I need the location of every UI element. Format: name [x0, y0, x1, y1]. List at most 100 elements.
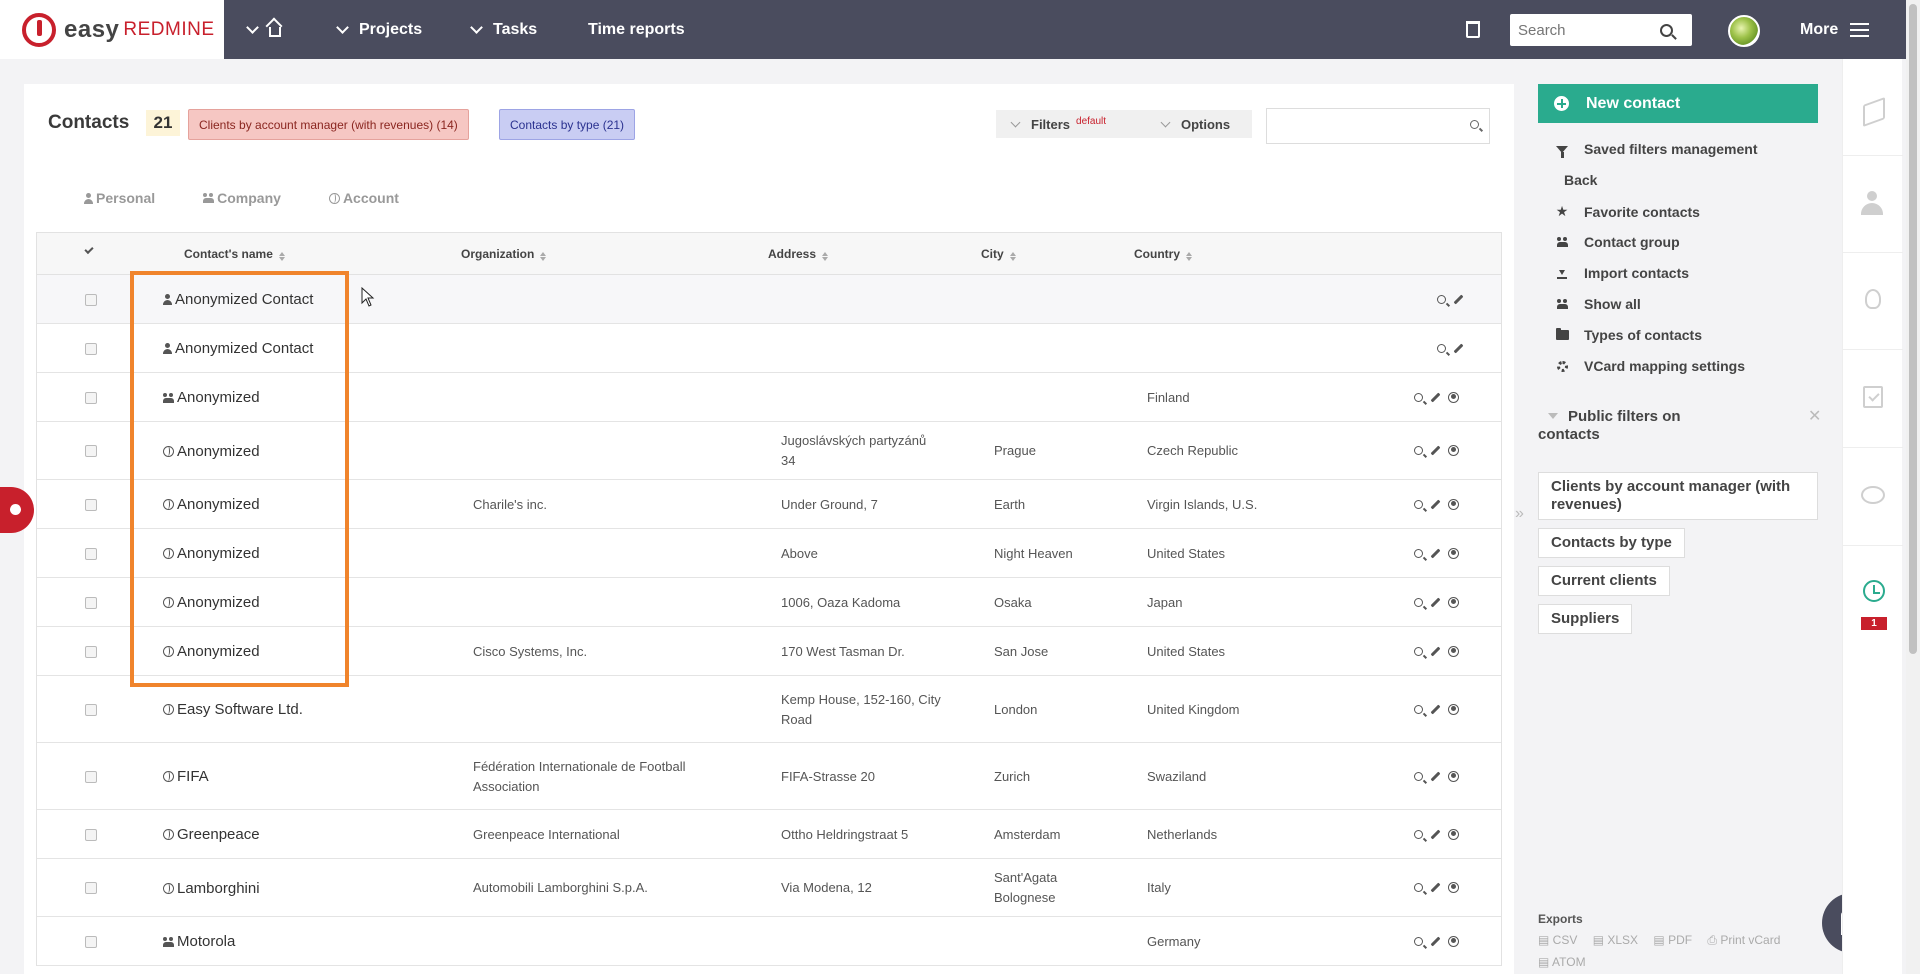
- edit-pencil-icon[interactable]: [1430, 882, 1441, 893]
- export-print-vcard-link[interactable]: ⎙ Print vCard: [1707, 933, 1786, 947]
- contact-name-link[interactable]: Anonymized: [163, 593, 260, 613]
- column-header-city[interactable]: City: [981, 247, 1016, 261]
- tab-personal[interactable]: Personal: [84, 190, 155, 206]
- globe-icon[interactable]: [1448, 828, 1459, 840]
- column-header-organization[interactable]: Organization: [461, 247, 547, 261]
- preview-icon[interactable]: [1414, 548, 1423, 558]
- column-header-name[interactable]: Contact's name: [184, 247, 285, 261]
- person-icon[interactable]: [1861, 191, 1883, 215]
- table-row[interactable]: Lamborghini Automobili Lamborghini S.p.A.…: [37, 859, 1501, 917]
- row-checkbox[interactable]: [85, 882, 97, 894]
- row-checkbox[interactable]: [85, 547, 97, 560]
- globe-icon[interactable]: [1448, 770, 1459, 782]
- export-atom-link[interactable]: ▤ ATOM: [1538, 955, 1592, 969]
- public-filter-current-clients[interactable]: Current clients: [1538, 566, 1670, 596]
- timer-icon[interactable]: [1863, 580, 1885, 602]
- public-filter-contacts-by-type[interactable]: Contacts by type: [1538, 528, 1685, 558]
- options-button[interactable]: Options: [1146, 110, 1252, 138]
- row-checkbox[interactable]: [85, 391, 97, 404]
- preview-icon[interactable]: [1437, 294, 1446, 304]
- tag-clients-by-account-manager[interactable]: Clients by account manager (with revenue…: [188, 109, 469, 140]
- preview-icon[interactable]: [1414, 499, 1423, 509]
- table-row[interactable]: Anonymized Finland: [37, 373, 1501, 422]
- edit-pencil-icon[interactable]: [1430, 499, 1441, 509]
- row-checkbox[interactable]: [85, 293, 97, 306]
- preview-icon[interactable]: [1414, 392, 1423, 402]
- row-checkbox[interactable]: [85, 703, 97, 716]
- column-header-country[interactable]: Country: [1134, 247, 1192, 261]
- export-pdf-link[interactable]: ▤ PDF: [1653, 933, 1698, 947]
- table-row[interactable]: Anonymized Contact: [37, 324, 1501, 373]
- table-row[interactable]: Motorola Germany: [37, 917, 1501, 966]
- tab-account[interactable]: Account: [328, 190, 399, 206]
- lightbulb-icon[interactable]: [1865, 289, 1881, 309]
- stack-icon[interactable]: [1863, 97, 1885, 121]
- table-row[interactable]: Anonymized Contact: [37, 275, 1501, 324]
- scrollbar-thumb[interactable]: [1909, 4, 1917, 654]
- chat-icon[interactable]: [1861, 486, 1885, 504]
- globe-icon[interactable]: [1448, 391, 1459, 403]
- contact-name-link[interactable]: Anonymized: [163, 544, 260, 564]
- sidebar-item-back[interactable]: Back: [1564, 172, 1597, 188]
- preview-icon[interactable]: [1437, 343, 1446, 353]
- global-search-input[interactable]: [1510, 21, 1660, 39]
- preview-icon[interactable]: [1414, 646, 1423, 656]
- table-row[interactable]: FIFA Fédération Internationale de Footbal…: [37, 743, 1501, 810]
- user-avatar[interactable]: [1728, 15, 1760, 47]
- contact-name-link[interactable]: Anonymized Contact: [163, 290, 313, 310]
- sidebar-item-import-contacts[interactable]: Import contacts: [1554, 265, 1689, 281]
- edit-pencil-icon[interactable]: [1430, 548, 1441, 558]
- column-header-address[interactable]: Address: [768, 247, 829, 261]
- preview-icon[interactable]: [1414, 936, 1423, 946]
- more-menu-button[interactable]: More: [1800, 0, 1870, 59]
- contact-name-link[interactable]: Anonymized: [163, 642, 260, 662]
- globe-icon[interactable]: [1448, 596, 1459, 608]
- sidebar-item-contact-group[interactable]: Contact group: [1554, 234, 1680, 250]
- table-row[interactable]: Anonymized 1006, Oaza Kadoma Osaka Japan: [37, 578, 1501, 627]
- search-icon[interactable]: [1660, 23, 1673, 37]
- contact-name-link[interactable]: Anonymized Contact: [163, 339, 313, 359]
- new-contact-button[interactable]: New contact: [1538, 84, 1818, 123]
- trash-icon[interactable]: [1466, 21, 1480, 38]
- globe-icon[interactable]: [1448, 882, 1459, 893]
- tab-company[interactable]: Company: [203, 190, 281, 206]
- table-row[interactable]: Anonymized Charile's inc. Under Ground, 7 E…: [37, 480, 1501, 529]
- search-icon[interactable]: [1470, 120, 1479, 129]
- sidebar-item-types-of-contacts[interactable]: Types of contacts: [1554, 327, 1702, 343]
- table-row[interactable]: Anonymized Above Night Heaven United States: [37, 529, 1501, 578]
- select-all-checkbox[interactable]: [84, 244, 94, 255]
- contact-name-link[interactable]: Greenpeace: [163, 825, 260, 845]
- edit-pencil-icon[interactable]: [1430, 646, 1441, 656]
- checklist-icon[interactable]: [1863, 386, 1883, 408]
- row-checkbox[interactable]: [85, 828, 97, 841]
- sidebar-item-favorite-contacts[interactable]: ★ Favorite contacts: [1554, 203, 1700, 220]
- easy-redmine-logo[interactable]: easy REDMINE: [0, 0, 224, 59]
- sidebar-item-show-all[interactable]: Show all: [1554, 296, 1641, 312]
- edit-pencil-icon[interactable]: [1430, 936, 1441, 946]
- nav-tasks[interactable]: Tasks: [470, 0, 537, 59]
- export-xlsx-link[interactable]: ▤ XLSX: [1593, 933, 1644, 947]
- nav-time-reports[interactable]: Time reports: [588, 0, 685, 59]
- nav-home[interactable]: [246, 0, 281, 59]
- row-checkbox[interactable]: [85, 342, 97, 355]
- collapse-sidebar-icon[interactable]: »: [1515, 505, 1524, 523]
- public-filter-suppliers[interactable]: Suppliers: [1538, 604, 1633, 634]
- sidebar-item-saved-filters[interactable]: Saved filters management: [1554, 141, 1758, 158]
- contact-name-link[interactable]: FIFA: [163, 767, 209, 787]
- public-filter-clients-by-account-manager[interactable]: Clients by account manager (with revenue…: [1538, 472, 1818, 520]
- row-checkbox[interactable]: [85, 498, 97, 511]
- edit-pencil-icon[interactable]: [1430, 597, 1441, 607]
- edit-pencil-icon[interactable]: [1430, 392, 1441, 402]
- edit-pencil-icon[interactable]: [1430, 445, 1441, 456]
- row-checkbox[interactable]: [85, 935, 97, 948]
- globe-icon[interactable]: [1448, 498, 1459, 510]
- globe-icon[interactable]: [1448, 645, 1459, 657]
- contact-name-link[interactable]: Motorola: [163, 932, 235, 952]
- nav-projects[interactable]: Projects: [336, 0, 422, 59]
- contact-name-link[interactable]: Anonymized: [163, 441, 260, 461]
- row-checkbox[interactable]: [85, 645, 97, 658]
- edit-pencil-icon[interactable]: [1453, 294, 1464, 304]
- table-row[interactable]: Easy Software Ltd. Kemp House, 152-160, C…: [37, 676, 1501, 743]
- preview-icon[interactable]: [1414, 771, 1423, 781]
- tag-contacts-by-type[interactable]: Contacts by type (21): [499, 109, 636, 140]
